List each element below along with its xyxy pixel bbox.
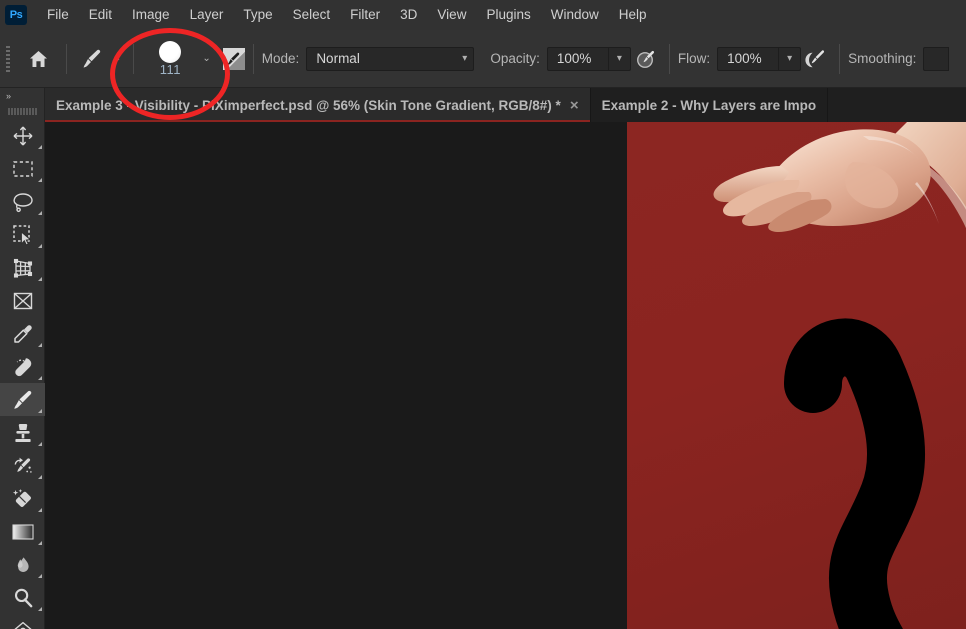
brush-preset-picker[interactable]: 111 (142, 36, 198, 82)
menu-window[interactable]: Window (541, 0, 609, 30)
menu-help[interactable]: Help (609, 0, 657, 30)
opacity-input[interactable]: 100% (546, 46, 609, 71)
smoothing-label: Smoothing: (848, 51, 917, 66)
brush-tool-icon[interactable] (75, 48, 109, 70)
home-icon[interactable] (18, 49, 58, 69)
separator (252, 43, 254, 74)
menu-layer[interactable]: Layer (180, 0, 234, 30)
menu-3d[interactable]: 3D (390, 0, 427, 30)
move-tool[interactable] (0, 119, 45, 152)
separator (133, 43, 135, 74)
lasso-tool[interactable] (0, 185, 45, 218)
menu-bar: Ps File Edit Image Layer Type Select Fil… (0, 0, 966, 30)
flow-input[interactable]: 100% (717, 46, 780, 71)
brush-preset-caret-icon[interactable]: ⌄ (198, 53, 214, 64)
chevron-down-icon: ▾ (462, 53, 468, 64)
flow-chevron-down-icon[interactable]: ▾ (779, 46, 802, 71)
flow-label: Flow: (677, 51, 711, 66)
brush-tool[interactable] (0, 383, 45, 416)
close-icon[interactable]: × (570, 98, 579, 113)
photoshop-window: Ps File Edit Image Layer Type Select Fil… (0, 0, 966, 629)
object-selection-tool[interactable] (0, 218, 45, 251)
menu-filter[interactable]: Filter (340, 0, 390, 30)
menu-plugins[interactable]: Plugins (476, 0, 540, 30)
menu-view[interactable]: View (427, 0, 476, 30)
blur-tool[interactable] (0, 548, 45, 581)
document-tab-example-2[interactable]: Example 2 - Why Layers are Impo (591, 88, 829, 122)
gradient-tool[interactable] (0, 515, 45, 548)
photoshop-logo: Ps (5, 5, 27, 25)
opacity-label: Opacity: (490, 51, 540, 66)
frame-tool[interactable] (0, 284, 45, 317)
blend-mode-select[interactable]: Normal ▾ (306, 46, 475, 71)
tool-preset-caret-icon[interactable]: ⌄ (109, 53, 125, 64)
pen-tool[interactable] (0, 614, 45, 629)
pressure-opacity-icon[interactable] (631, 48, 661, 70)
brush-settings-panel-icon[interactable] (222, 47, 245, 70)
airbrush-icon[interactable] (801, 48, 831, 70)
dodge-tool[interactable] (0, 581, 45, 614)
canvas-work-area[interactable] (45, 122, 966, 629)
clone-stamp-tool[interactable] (0, 416, 45, 449)
menu-image[interactable]: Image (122, 0, 180, 30)
mode-label: Mode: (261, 51, 300, 66)
rectangular-marquee-tool[interactable] (0, 152, 45, 185)
tools-panel-grip-icon[interactable] (0, 103, 44, 119)
tools-panel-expand-icon[interactable]: » (0, 88, 44, 103)
blend-mode-value: Normal (316, 51, 360, 66)
spot-healing-brush-tool[interactable] (0, 350, 45, 383)
menu-type[interactable]: Type (233, 0, 282, 30)
separator (66, 43, 67, 74)
document-tab-title: Example 2 - Why Layers are Impo (601, 97, 817, 113)
document-tab-example-3[interactable]: Example 3 - Visibility - PiXimperfect.ps… (45, 88, 591, 122)
opacity-chevron-down-icon[interactable]: ▾ (608, 46, 631, 71)
crop-tool[interactable] (0, 251, 45, 284)
hand-image (713, 122, 966, 232)
options-bar-grip-icon[interactable] (3, 39, 14, 79)
menu-edit[interactable]: Edit (79, 0, 122, 30)
menu-select[interactable]: Select (283, 0, 341, 30)
history-brush-tool[interactable] (0, 449, 45, 482)
options-bar: ⌄ 111 ⌄ Mode: Normal ▾ Opacity: 100% ▾ F… (0, 30, 966, 88)
smoothing-input[interactable] (923, 46, 950, 71)
document-tab-bar: Example 3 - Visibility - PiXimperfect.ps… (45, 88, 966, 122)
eyedropper-tool[interactable] (0, 317, 45, 350)
brush-tip-preview-icon (159, 41, 182, 63)
brush-size-label: 111 (159, 62, 182, 77)
document-tab-title: Example 3 - Visibility - PiXimperfect.ps… (56, 97, 561, 113)
separator (839, 43, 841, 74)
eraser-tool[interactable] (0, 482, 45, 515)
separator (668, 43, 670, 74)
tools-panel: » (0, 88, 45, 629)
menu-file[interactable]: File (37, 0, 79, 30)
document-canvas[interactable] (627, 122, 966, 629)
